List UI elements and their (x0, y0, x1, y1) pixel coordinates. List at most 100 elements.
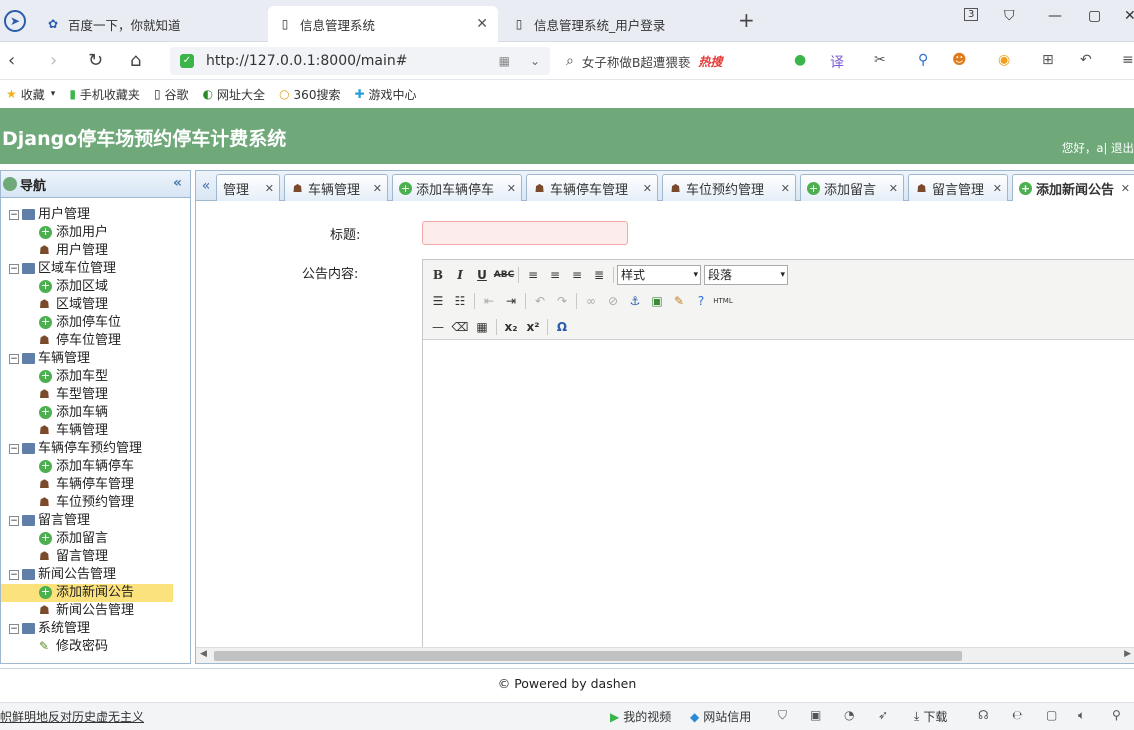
sidebar-group[interactable]: − 系统管理 (1, 620, 190, 638)
content-tab[interactable]: + 添加留言 ✕ (800, 174, 904, 201)
close-tab-icon[interactable]: ✕ (993, 182, 1002, 195)
content-tab[interactable]: ☗ 车位预约管理 ✕ (662, 174, 796, 201)
sidebar-item[interactable]: ☗ 新闻公告管理 (1, 602, 190, 620)
sidebar-item[interactable]: ☗ 留言管理 (1, 548, 190, 566)
shield-icon[interactable]: ⛉ (778, 708, 787, 723)
close-tab-icon[interactable]: ✕ (781, 182, 790, 195)
sidebar-item[interactable]: + 添加留言 (1, 530, 190, 548)
reload-icon[interactable]: ↻ (88, 50, 103, 71)
outdent-icon[interactable]: ⇤ (478, 291, 500, 311)
close-tab-icon[interactable]: ✕ (476, 16, 488, 32)
search-box[interactable]: ⌕ 女子称做B超遭猥亵 热搜 (566, 47, 776, 75)
title-input[interactable] (422, 221, 628, 245)
scroll-tabs-left-icon[interactable]: « (196, 172, 216, 200)
close-tab-icon[interactable]: ✕ (373, 182, 382, 195)
content-tab[interactable]: + 添加车辆停车 ✕ (392, 174, 522, 201)
cleanup-icon[interactable]: ✎ (668, 291, 690, 311)
zoom-icon[interactable]: ⚲ (1112, 708, 1121, 722)
speed-icon[interactable]: ◔ (844, 708, 854, 722)
sidebar-item[interactable]: + 添加车辆 (1, 404, 190, 422)
collapse-toggle-icon[interactable]: − (9, 263, 19, 274)
table-icon[interactable]: ▦ (471, 317, 493, 337)
scroll-right-icon[interactable]: ▶ (1124, 649, 1131, 659)
url-input[interactable]: ✓ http://127.0.0.1:8000/main# ▦ ⌄ (170, 47, 550, 75)
collapse-toggle-icon[interactable]: − (9, 353, 19, 364)
maximize-icon[interactable]: ▢ (1088, 8, 1101, 24)
numbered-list-icon[interactable]: ☷ (449, 291, 471, 311)
bold-icon[interactable]: B (427, 265, 449, 285)
sidebar-item[interactable]: + 添加新闻公告 (1, 584, 173, 602)
italic-icon[interactable]: I (449, 265, 471, 285)
close-window-icon[interactable]: ✕ (1124, 8, 1134, 24)
sidebar-item[interactable]: + 添加停车位 (1, 314, 190, 332)
home-icon[interactable]: ⌂ (130, 50, 141, 71)
content-tab[interactable]: ☗ 车辆管理 ✕ (284, 174, 388, 201)
sidebar-item[interactable]: ☗ 区域管理 (1, 296, 190, 314)
collapse-sidebar-icon[interactable]: « (173, 175, 182, 191)
shirt-icon[interactable]: ⛉ (1004, 8, 1015, 24)
subscript-icon[interactable]: x₂ (500, 317, 522, 337)
sidebar-item[interactable]: ✎ 修改密码 (1, 638, 190, 656)
redo-icon[interactable]: ↷ (551, 291, 573, 311)
news-ticker-link[interactable]: 帜鲜明地反对历史虚无主义 (0, 708, 144, 725)
sidebar-item[interactable]: + 添加用户 (1, 224, 190, 242)
bookmark-360-search[interactable]: ○ 360搜索 (279, 86, 340, 103)
new-tab-icon[interactable]: + (738, 8, 755, 32)
sidebar-group[interactable]: − 车辆管理 (1, 350, 190, 368)
sidebar-item[interactable]: + 添加区域 (1, 278, 190, 296)
user-greeting[interactable]: 您好，a| 退出 (1062, 140, 1134, 156)
sidebar-item[interactable]: + 添加车型 (1, 368, 190, 386)
collapse-toggle-icon[interactable]: − (9, 569, 19, 580)
eraser-icon[interactable]: ⌫ (449, 317, 471, 337)
bookmark-mobile[interactable]: ▮ 手机收藏夹 (69, 86, 140, 103)
collapse-toggle-icon[interactable]: − (9, 515, 19, 526)
headset-icon[interactable]: ☊ (978, 708, 989, 722)
browser-tab-baidu[interactable]: ✿ 百度一下，你就知道 (36, 6, 266, 42)
align-right-icon[interactable]: ≡ (566, 265, 588, 285)
image-icon[interactable]: ▣ (810, 708, 821, 722)
volume-icon[interactable]: 🔈︎ (1078, 708, 1085, 723)
close-tab-icon[interactable]: ✕ (507, 182, 516, 195)
my-video-button[interactable]: ▶ 我的视频 (610, 708, 671, 725)
paragraph-select[interactable]: 段落 ▾ (704, 265, 788, 285)
content-tab[interactable]: 管理 ✕ (216, 174, 280, 201)
sidebar-group[interactable]: − 留言管理 (1, 512, 190, 530)
bullet-list-icon[interactable]: ☰ (427, 291, 449, 311)
content-tab[interactable]: ☗ 留言管理 ✕ (908, 174, 1008, 201)
style-select[interactable]: 样式 ▾ (617, 265, 701, 285)
rocket-icon[interactable]: ➶ (878, 708, 888, 722)
qr-icon[interactable]: ▦ (499, 54, 510, 68)
collapse-toggle-icon[interactable]: − (9, 623, 19, 634)
sidebar-item[interactable]: ☗ 车位预约管理 (1, 494, 190, 512)
align-left-icon[interactable]: ≡ (522, 265, 544, 285)
undo-icon[interactable]: ↶ (1080, 52, 1092, 68)
game-icon[interactable]: ☻ (952, 52, 967, 68)
chat-icon[interactable]: ● (794, 52, 806, 68)
sidebar-item[interactable]: ☗ 车辆停车管理 (1, 476, 190, 494)
translate-icon[interactable]: 译 (830, 52, 844, 72)
chevron-down-icon[interactable]: ⌄ (530, 54, 540, 68)
scissors-icon[interactable]: ✂ (874, 52, 886, 68)
sidebar-item[interactable]: ☗ 用户管理 (1, 242, 190, 260)
sidebar-group[interactable]: − 用户管理 (1, 206, 190, 224)
align-center-icon[interactable]: ≡ (544, 265, 566, 285)
sidebar-item[interactable]: ☗ 车型管理 (1, 386, 190, 404)
content-tab[interactable]: + 添加新闻公告 ✕ (1012, 174, 1134, 202)
close-tab-icon[interactable]: ✕ (265, 182, 274, 195)
content-tab[interactable]: ☗ 车辆停车管理 ✕ (526, 174, 658, 201)
forward-icon[interactable]: › (50, 50, 57, 71)
magnifier-icon[interactable]: ⚲ (918, 52, 928, 68)
browser-logo-icon[interactable]: ➤ (4, 10, 26, 32)
bookmark-google[interactable]: ▯ 谷歌 (154, 86, 189, 103)
html-source-icon[interactable]: HTML (712, 291, 734, 311)
horizontal-scrollbar[interactable]: ◀ ▶ (196, 647, 1134, 663)
close-tab-icon[interactable]: ✕ (1121, 182, 1130, 195)
collapse-toggle-icon[interactable]: − (9, 443, 19, 454)
browser-tab-login[interactable]: ▯ 信息管理系统_用户登录 (502, 6, 732, 42)
extension-icon[interactable]: ◉ (998, 52, 1010, 68)
close-tab-icon[interactable]: ✕ (889, 182, 898, 195)
superscript-icon[interactable]: x² (522, 317, 544, 337)
underline-icon[interactable]: U (471, 265, 493, 285)
bookmark-hao[interactable]: ◐ 网址大全 (203, 86, 266, 103)
window-icon[interactable]: ▢ (1046, 708, 1057, 722)
